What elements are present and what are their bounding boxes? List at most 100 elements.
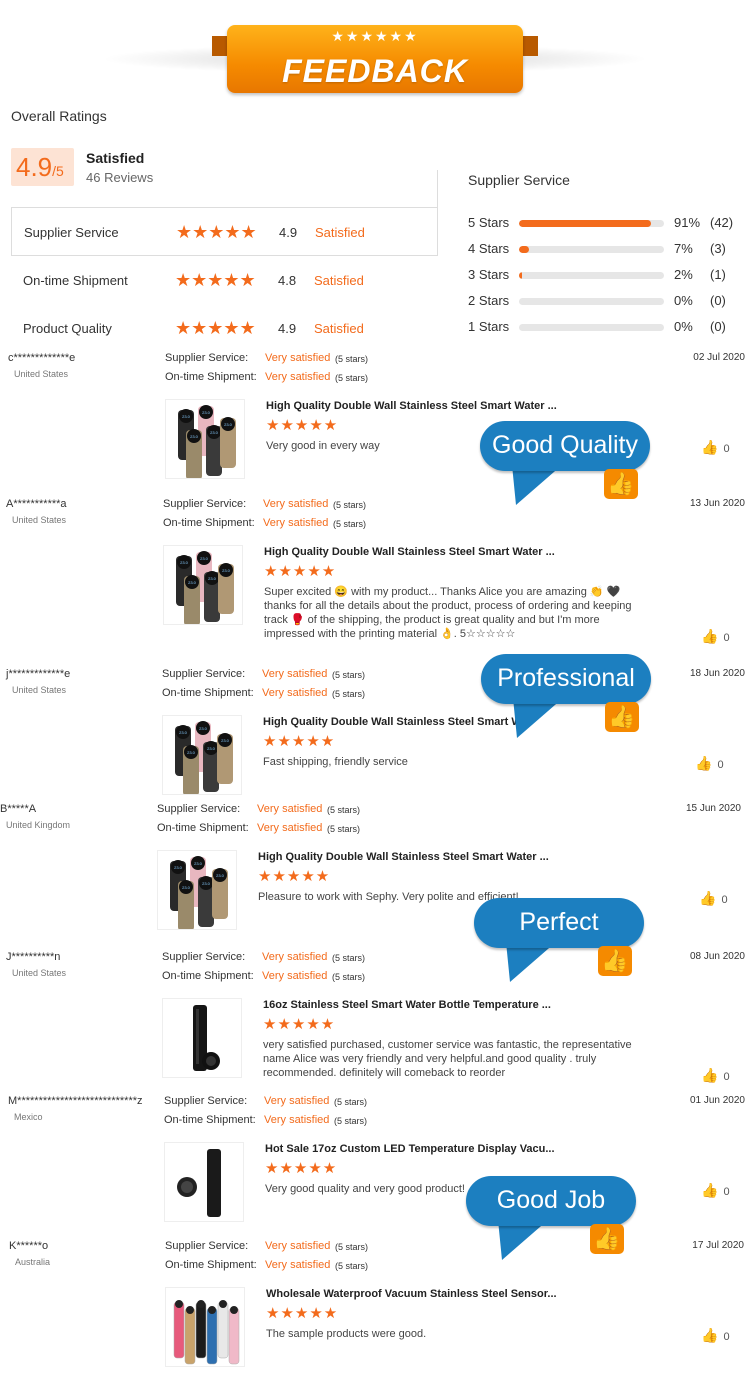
svg-text:23.0: 23.0: [188, 580, 197, 585]
supplier-service-stars: (5 stars): [335, 1242, 369, 1252]
shipment-label: On-time Shipment:: [164, 1114, 256, 1126]
callout-badge: Good Job 👍: [466, 1176, 641, 1260]
thumbs-up-icon: 👍: [605, 702, 639, 732]
reviewer-name: J**********n: [6, 951, 61, 963]
product-title[interactable]: High Quality Double Wall Stainless Steel…: [264, 546, 555, 558]
review-text: The sample products were good.: [266, 1328, 427, 1340]
distribution-bar: [519, 298, 664, 305]
banner-stars: ★★★★★★: [331, 28, 419, 44]
like-button[interactable]: 👍 0: [701, 628, 730, 645]
callout-text: Professional: [497, 664, 635, 692]
svg-text:23.0: 23.0: [210, 430, 219, 435]
product-thumbnail[interactable]: 23.0 23.0 23.0 23.0 23.0: [163, 545, 243, 625]
product-title[interactable]: High Quality Double Wall Stainless Steel…: [263, 716, 522, 728]
thumbs-up-icon: 👍: [598, 946, 632, 976]
svg-text:23.0: 23.0: [179, 730, 188, 735]
distribution-count: (0): [710, 293, 726, 308]
distribution-count: (3): [710, 241, 726, 256]
reviewer-name: A***********a: [6, 498, 67, 510]
distribution-bar-fill: [519, 220, 651, 227]
category-status: Satisfied: [314, 321, 364, 336]
thumbs-up-icon: 👍: [604, 469, 638, 499]
star-level: 4 Stars: [468, 241, 510, 256]
distribution-bar-fill: [519, 272, 522, 279]
svg-text:23.0: 23.0: [190, 434, 199, 439]
review-date: 13 Jun 2020: [689, 498, 745, 509]
review-stars: ★★★★★: [266, 417, 339, 434]
like-button[interactable]: 👍 0: [701, 1182, 730, 1199]
distribution-row: 1 Stars 0% (0): [468, 317, 738, 337]
svg-text:23.0: 23.0: [174, 865, 183, 870]
shipment-stars: (5 stars): [332, 689, 366, 699]
product-title[interactable]: Hot Sale 17oz Custom LED Temperature Dis…: [265, 1143, 555, 1155]
supplier-service-title: Supplier Service: [468, 172, 570, 188]
svg-text:23.0: 23.0: [216, 873, 225, 878]
shipment-value: Very satisfied: [262, 687, 328, 699]
reviewer-country: Mexico: [14, 1112, 43, 1122]
shipment-label: On-time Shipment:: [162, 687, 254, 699]
product-thumbnail[interactable]: 23.0 23.0 23.0 23.0 23.0: [165, 399, 245, 479]
thumbs-up-icon: 👍: [590, 1224, 624, 1254]
distribution-row: 5 Stars 91% (42): [468, 213, 738, 233]
distribution-bar: [519, 324, 664, 331]
thumbs-up-icon: 👍: [701, 1067, 719, 1083]
category-stars: ★★★★★: [175, 270, 256, 290]
reviewer-country: United States: [12, 515, 67, 525]
reviewer-country: United States: [12, 968, 67, 978]
review-text: Super excited 😄 with my product... Thank…: [264, 586, 632, 640]
star-level: 3 Stars: [468, 267, 510, 282]
distribution-count: (1): [710, 267, 726, 282]
review-stars: ★★★★★: [263, 733, 336, 750]
distribution-count: (42): [710, 215, 734, 230]
svg-text:23.0: 23.0: [202, 410, 211, 415]
category-score: 4.9: [279, 225, 298, 240]
thumbs-up-icon: 👍: [701, 628, 719, 644]
svg-text:23.0: 23.0: [194, 861, 203, 866]
distribution-row: 4 Stars 7% (3): [468, 239, 738, 259]
callout-tail: [477, 942, 557, 982]
shipment-stars: (5 stars): [335, 373, 369, 383]
product-title[interactable]: 16oz Stainless Steel Smart Water Bottle …: [263, 999, 551, 1011]
feedback-banner: ★★★★★★ FEEDBACK: [227, 25, 523, 93]
like-button[interactable]: 👍 0: [699, 890, 728, 907]
svg-text:23.0: 23.0: [182, 885, 191, 890]
callout-bubble: Perfect: [474, 898, 644, 948]
supplier-service-value: Very satisfied: [257, 803, 323, 815]
shipment-stars: (5 stars): [333, 519, 367, 529]
supplier-service-stars: (5 stars): [332, 670, 366, 680]
product-title[interactable]: High Quality Double Wall Stainless Steel…: [258, 851, 549, 863]
callout-bubble: Professional: [481, 654, 651, 704]
svg-text:23.0: 23.0: [202, 881, 211, 886]
review-date: 17 Jul 2020: [692, 1240, 744, 1251]
svg-text:23.0: 23.0: [180, 560, 189, 565]
product-title[interactable]: Wholesale Waterproof Vacuum Stainless St…: [266, 1288, 557, 1300]
banner-title: FEEDBACK: [282, 53, 468, 89]
product-thumbnail[interactable]: 23.0 23.0 23.0 23.0 23.0: [162, 715, 242, 795]
supplier-service-stars: (5 stars): [333, 500, 367, 510]
like-button[interactable]: 👍 0: [701, 1067, 730, 1084]
product-thumbnail[interactable]: [164, 1142, 244, 1222]
supplier-service-value: Very satisfied: [263, 498, 329, 510]
shipment-stars: (5 stars): [332, 972, 366, 982]
shipment-stars: (5 stars): [335, 1261, 369, 1271]
product-thumbnail[interactable]: [162, 998, 242, 1078]
like-button[interactable]: 👍 0: [701, 439, 730, 456]
like-button[interactable]: 👍 0: [701, 1327, 730, 1344]
product-thumbnail[interactable]: [165, 1287, 245, 1367]
shipment-value: Very satisfied: [262, 970, 328, 982]
callout-tail: [483, 465, 563, 505]
category-score: 4.8: [278, 273, 297, 288]
product-thumbnail[interactable]: 23.0 23.0 23.0 23.0 23.0: [157, 850, 237, 930]
like-button[interactable]: 👍 0: [695, 755, 724, 772]
product-title[interactable]: High Quality Double Wall Stainless Steel…: [266, 400, 557, 412]
supplier-service-stars: (5 stars): [332, 953, 366, 963]
supplier-service-stars: (5 stars): [334, 1097, 368, 1107]
review-date: 18 Jun 2020: [689, 668, 745, 679]
supplier-service-label: Supplier Service:: [162, 668, 246, 680]
callout-badge: Good Quality 👍: [480, 421, 655, 505]
supplier-service-value: Very satisfied: [265, 352, 331, 364]
thumbs-up-icon: 👍: [699, 890, 717, 906]
like-count: 0: [723, 1071, 730, 1083]
reviews-count: 46 Reviews: [86, 170, 154, 185]
distribution-bar-fill: [519, 246, 530, 253]
